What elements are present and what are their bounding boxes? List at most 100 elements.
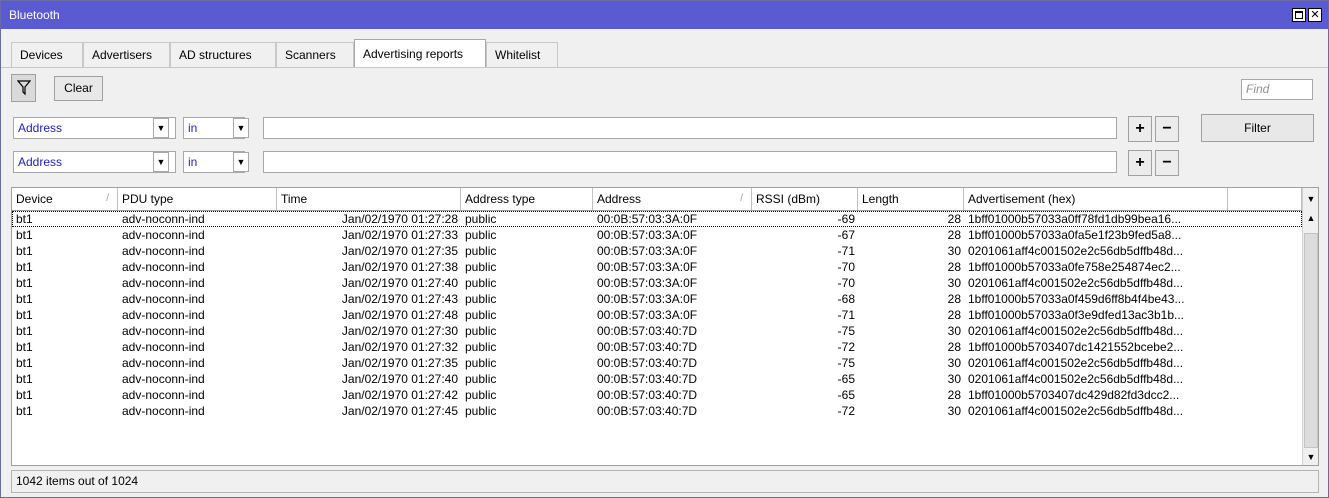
cell-device: bt1 <box>16 228 33 242</box>
clear-button[interactable]: Clear <box>54 76 103 101</box>
cell-device: bt1 <box>16 404 33 418</box>
column-header-advertisement[interactable]: Advertisement (hex) <box>964 188 1228 210</box>
cell-rssi: -65 <box>837 372 855 386</box>
table-row[interactable]: bt1 adv-noconn-ind Jan/02/1970 01:27:48 pub… <box>12 307 1302 323</box>
table-row[interactable]: bt1 adv-noconn-ind Jan/02/1970 01:27:32 pub… <box>12 339 1302 355</box>
filter-value-input[interactable] <box>263 151 1117 173</box>
cell-address-type: public <box>465 276 497 290</box>
filter-button[interactable]: Filter <box>1201 114 1314 142</box>
close-icon[interactable]: ✕ <box>1308 8 1322 22</box>
cell-device: bt1 <box>16 212 33 226</box>
table-row[interactable]: bt1 adv-noconn-ind Jan/02/1970 01:27:42 pub… <box>12 387 1302 403</box>
plus-icon[interactable]: + <box>1128 116 1152 142</box>
cell-length: 30 <box>947 356 961 370</box>
cell-advertisement: 1bff01000b57033a0fa5e1f23b9fed5a8... <box>968 228 1182 242</box>
table-row[interactable]: bt1 adv-noconn-ind Jan/02/1970 01:27:45 pub… <box>12 403 1302 419</box>
plus-icon[interactable]: + <box>1128 150 1152 176</box>
column-header-device[interactable]: Device / <box>12 188 118 210</box>
cell-pdu-type: adv-noconn-ind <box>122 324 205 338</box>
filter-field-select[interactable]: Address <box>13 151 176 173</box>
dropdown-icon[interactable]: ▼ <box>233 152 249 172</box>
cell-address-type: public <box>465 228 497 242</box>
table-row[interactable]: bt1 adv-noconn-ind Jan/02/1970 01:27:40 pub… <box>12 371 1302 387</box>
cell-rssi: -70 <box>837 276 855 290</box>
column-label: Time <box>281 192 308 206</box>
column-header-time[interactable]: Time <box>277 188 461 210</box>
column-label: Length <box>862 192 899 206</box>
cell-time: Jan/02/1970 01:27:48 <box>341 308 458 322</box>
scrollbar-thumb[interactable] <box>1304 233 1318 448</box>
cell-rssi: -69 <box>837 212 855 226</box>
cell-address-type: public <box>465 356 497 370</box>
cell-rssi: -72 <box>837 404 855 418</box>
filter-operator-value: in <box>188 121 198 135</box>
table-row[interactable]: bt1 adv-noconn-ind Jan/02/1970 01:27:38 pub… <box>12 259 1302 275</box>
filter-field-select[interactable]: Address <box>13 117 176 139</box>
column-header-address-type[interactable]: Address type <box>461 188 593 210</box>
filter-value-input[interactable] <box>263 117 1117 139</box>
cell-rssi: -65 <box>837 388 855 402</box>
cell-address: 00:0B:57:03:3A:0F <box>597 308 698 322</box>
cell-address: 00:0B:57:03:3A:0F <box>597 292 698 306</box>
column-label: Advertisement (hex) <box>968 192 1076 206</box>
sort-indicator-icon: / <box>740 193 743 204</box>
cell-pdu-type: adv-noconn-ind <box>122 356 205 370</box>
cell-length: 28 <box>947 340 961 354</box>
cell-advertisement: 0201061aff4c001502e2c56db5dffb48d... <box>968 372 1184 386</box>
title-bar[interactable]: Bluetooth ✕ <box>1 1 1328 29</box>
cell-device: bt1 <box>16 244 33 258</box>
cell-advertisement: 0201061aff4c001502e2c56db5dffb48d... <box>968 244 1184 258</box>
tab-advertising-reports[interactable]: Advertising reports <box>354 39 486 67</box>
tab-advertisers[interactable]: Advertisers <box>83 42 170 67</box>
minus-icon[interactable]: − <box>1155 116 1179 142</box>
cell-address-type: public <box>465 308 497 322</box>
cell-length: 30 <box>947 404 961 418</box>
table-row[interactable]: bt1 adv-noconn-ind Jan/02/1970 01:27:40 pub… <box>12 275 1302 291</box>
column-label: PDU type <box>122 192 174 206</box>
column-header-address[interactable]: Address / <box>593 188 752 210</box>
cell-time: Jan/02/1970 01:27:40 <box>341 372 458 386</box>
column-header-pdu-type[interactable]: PDU type <box>118 188 277 210</box>
cell-advertisement: 1bff01000b57033a0ff78fd1db99bea16... <box>968 212 1182 226</box>
table-row[interactable]: bt1 adv-noconn-ind Jan/02/1970 01:27:35 pub… <box>12 355 1302 371</box>
cell-address: 00:0B:57:03:3A:0F <box>597 212 698 226</box>
cell-length: 28 <box>947 228 961 242</box>
tab-scanners[interactable]: Scanners <box>276 42 354 67</box>
scroll-down-icon[interactable]: ▼ <box>1303 449 1318 465</box>
table-row[interactable]: bt1 adv-noconn-ind Jan/02/1970 01:27:35 pub… <box>12 243 1302 259</box>
cell-time: Jan/02/1970 01:27:35 <box>341 356 458 370</box>
vertical-scrollbar[interactable]: ▼ ▲ ▼ <box>1302 188 1318 465</box>
column-header-rssi[interactable]: RSSI (dBm) <box>752 188 858 210</box>
cell-device: bt1 <box>16 388 33 402</box>
table-row[interactable]: bt1 adv-noconn-ind Jan/02/1970 01:27:30 pub… <box>12 323 1302 339</box>
scroll-up-icon[interactable]: ▲ <box>1303 210 1318 226</box>
table-row[interactable]: bt1 adv-noconn-ind Jan/02/1970 01:27:28 pub… <box>12 211 1302 227</box>
cell-length: 28 <box>947 260 961 274</box>
table-row[interactable]: bt1 adv-noconn-ind Jan/02/1970 01:27:43 pub… <box>12 291 1302 307</box>
cell-time: Jan/02/1970 01:27:42 <box>341 388 458 402</box>
cell-rssi: -70 <box>837 260 855 274</box>
sort-indicator-icon: / <box>106 193 109 204</box>
cell-address: 00:0B:57:03:40:7D <box>597 372 698 386</box>
dropdown-icon[interactable]: ▼ <box>153 118 169 138</box>
advertising-reports-table: Device / PDU type Time Address type Addre… <box>11 187 1319 466</box>
tab-ad-structures[interactable]: AD structures <box>170 42 276 67</box>
maximize-icon[interactable] <box>1292 8 1306 22</box>
table-row[interactable]: bt1 adv-noconn-ind Jan/02/1970 01:27:33 pub… <box>12 227 1302 243</box>
cell-time: Jan/02/1970 01:27:32 <box>341 340 458 354</box>
column-menu-icon[interactable]: ▼ <box>1303 191 1318 207</box>
cell-address: 00:0B:57:03:3A:0F <box>597 260 698 274</box>
cell-device: bt1 <box>16 340 33 354</box>
cell-pdu-type: adv-noconn-ind <box>122 244 205 258</box>
dropdown-icon[interactable]: ▼ <box>153 152 169 172</box>
cell-device: bt1 <box>16 372 33 386</box>
dropdown-icon[interactable]: ▼ <box>233 118 249 138</box>
tab-devices[interactable]: Devices <box>11 42 83 67</box>
minus-icon[interactable]: − <box>1155 150 1179 176</box>
tab-whitelist[interactable]: Whitelist <box>486 42 558 67</box>
filter-toggle-button[interactable] <box>11 74 36 102</box>
find-input[interactable]: Find <box>1241 79 1313 100</box>
column-header-filler <box>1228 188 1302 210</box>
column-header-length[interactable]: Length <box>858 188 964 210</box>
cell-pdu-type: adv-noconn-ind <box>122 260 205 274</box>
